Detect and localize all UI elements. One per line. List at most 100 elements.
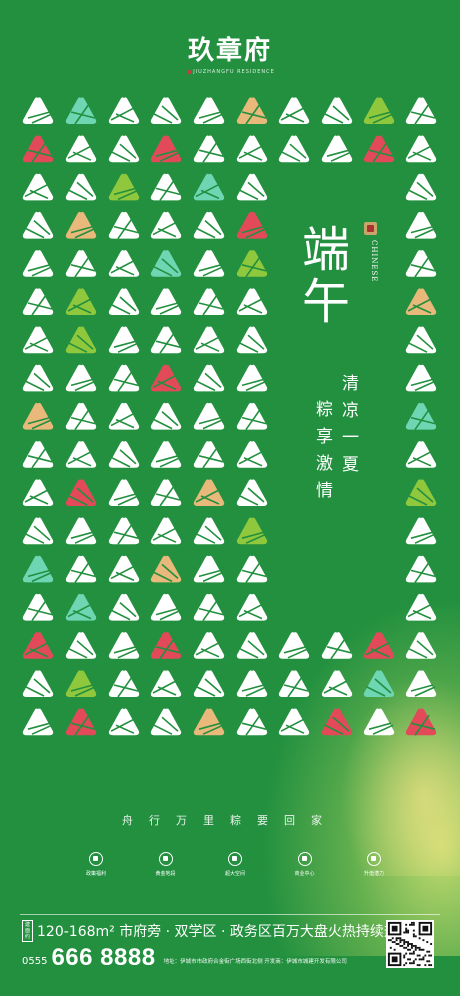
zongzi-icon (363, 670, 395, 697)
zongzi-icon (150, 441, 182, 468)
zongzi-icon (108, 708, 140, 736)
info-contact-row: 0555 666 8888 地址：伊城市市政府合金街广场西街北侧 开发商：伊城市… (22, 944, 382, 972)
zongzi-icon (363, 632, 395, 659)
feature-item: 升值潜力 (348, 852, 400, 877)
zongzi-icon (108, 211, 140, 240)
title-block: 端 午 (302, 224, 350, 328)
zongzi-icon (65, 288, 97, 315)
zongzi-icon (236, 632, 268, 659)
zongzi-icon (65, 441, 97, 468)
zongzi-icon (236, 479, 268, 506)
zongzi-icon (150, 517, 182, 545)
zongzi-icon (236, 211, 268, 239)
zongzi-icon (22, 326, 54, 354)
zongzi-icon (150, 632, 182, 660)
zongzi-icon (108, 288, 140, 315)
poem-column-2: 粽享激情 (312, 400, 332, 508)
zongzi-icon (236, 97, 268, 125)
zongzi-icon (22, 173, 54, 201)
zongzi-icon (405, 135, 437, 163)
zongzi-icon (108, 632, 140, 659)
zongzi-icon (236, 250, 268, 278)
area-text: 120-168m² 市府旁 · 双学区 · 政务区百万大盘火热持续热销中 (37, 924, 426, 940)
title-char-wu: 午 (302, 274, 351, 330)
zongzi-icon (405, 364, 437, 392)
zongzi-icon (236, 708, 268, 736)
zongzi-icon (150, 364, 182, 392)
zongzi-icon (22, 517, 54, 545)
zongzi-icon (405, 288, 437, 315)
feature-item: 超大空间 (209, 852, 261, 877)
zongzi-icon (236, 555, 268, 583)
zongzi-pattern (22, 97, 437, 736)
zongzi-icon (108, 326, 140, 354)
title-english: CHINESE (370, 240, 378, 283)
feature-item: 商业中心 (279, 852, 331, 877)
zongzi-icon (193, 670, 225, 697)
zongzi-icon (65, 517, 97, 545)
zongzi-icon (278, 670, 310, 698)
zongzi-icon (405, 441, 437, 468)
zongzi-icon (150, 708, 182, 736)
phone-number[interactable]: 666 8888 (51, 944, 155, 972)
zongzi-icon (150, 670, 182, 697)
space-icon (228, 852, 242, 866)
zongzi-icon (193, 593, 225, 622)
zongzi-icon (363, 135, 395, 163)
zongzi-icon (108, 593, 140, 621)
zongzi-icon (22, 288, 54, 316)
zongzi-icon (108, 173, 140, 201)
zongzi-icon (405, 97, 437, 125)
zongzi-icon (65, 479, 97, 506)
zongzi-icon (405, 402, 437, 431)
qr-code-icon[interactable] (386, 920, 434, 968)
zongzi-icon (405, 670, 437, 697)
title-char-duan: 端 (302, 222, 351, 278)
zongzi-icon (236, 326, 268, 354)
zongzi-icon (363, 97, 395, 124)
zongzi-icon (321, 708, 353, 736)
zongzi-icon (193, 441, 225, 469)
zongzi-icon (193, 135, 225, 163)
zongzi-icon (405, 250, 437, 278)
zongzi-icon (108, 441, 140, 468)
zongzi-icon (65, 632, 97, 659)
zongzi-icon (321, 632, 353, 660)
zongzi-icon (193, 326, 225, 354)
zongzi-icon (22, 402, 54, 430)
zongzi-icon (22, 670, 54, 697)
zongzi-icon (405, 555, 437, 583)
zongzi-icon (150, 555, 182, 583)
zongzi-icon (193, 211, 225, 239)
zongzi-icon (236, 364, 268, 392)
feature-label: 升值潜力 (363, 871, 384, 877)
zongzi-icon (65, 364, 97, 392)
zongzi-icon (405, 517, 437, 545)
zongzi-icon (150, 97, 182, 124)
zongzi-icon (65, 326, 97, 354)
zongzi-icon (278, 708, 310, 736)
slogan: 舟行万里粽要回家 (122, 814, 338, 827)
zongzi-icon (22, 97, 54, 124)
zongzi-icon (108, 364, 140, 392)
zongzi-icon (405, 326, 437, 354)
zongzi-icon (193, 632, 225, 659)
zongzi-icon (150, 135, 182, 163)
info-area-row: 建面约 120-168m² 市府旁 · 双学区 · 政务区百万大盘火热持续热销中 (22, 920, 426, 942)
zongzi-icon (65, 708, 97, 736)
zongzi-icon (22, 479, 54, 506)
zongzi-icon (236, 517, 268, 545)
zongzi-icon (22, 364, 54, 392)
zongzi-icon (150, 593, 182, 621)
zongzi-icon (193, 288, 225, 316)
feature-item: 政策福利 (70, 852, 122, 877)
zongzi-icon (321, 135, 353, 163)
zongzi-icon (65, 555, 97, 583)
feature-label: 黄金地段 (155, 871, 176, 877)
zongzi-icon (150, 211, 182, 239)
shop-icon (297, 852, 312, 866)
zongzi-icon (65, 402, 97, 431)
feature-item: 黄金地段 (140, 852, 192, 877)
zongzi-icon (405, 479, 437, 506)
zongzi-icon (193, 97, 225, 124)
